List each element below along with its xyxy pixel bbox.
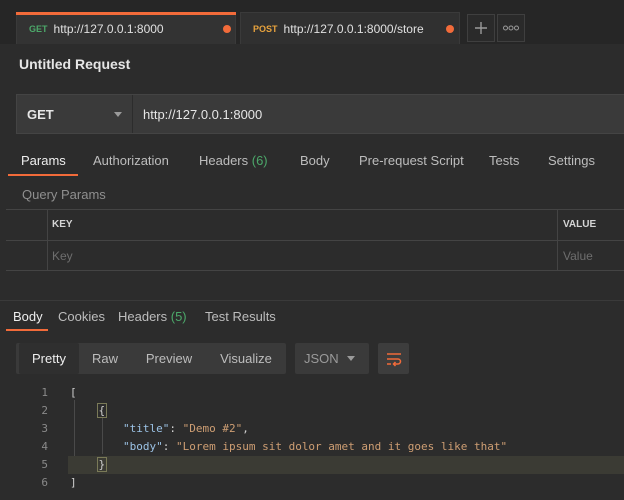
response-tabs: Body Cookies Headers (5) Test Results (0, 305, 624, 331)
response-format-select[interactable]: JSON (295, 343, 369, 374)
column-header-value: VALUE (563, 219, 597, 230)
unsaved-changes-dot-icon (446, 25, 454, 33)
request-tab-strip: GET http://127.0.0.1:8000 POST http://12… (0, 0, 624, 44)
tab-test-results[interactable]: Test Results (205, 305, 276, 333)
json-key: "title" (122, 422, 170, 435)
tab-method-label: GET (29, 23, 48, 34)
headers-count: (5) (170, 309, 187, 324)
json-string: "Lorem ipsum sit dolor amet and it goes … (175, 440, 508, 453)
headers-count: (6) (251, 153, 268, 168)
code-line: 2 { (0, 402, 624, 420)
tab-label: Headers (118, 309, 171, 324)
query-params-heading: Query Params (22, 187, 106, 202)
tab-label: Headers (199, 153, 252, 168)
code-text: "title": "Demo #2", (122, 422, 249, 435)
current-line-highlight (68, 456, 624, 474)
code-text: [ (70, 386, 77, 399)
tab-url-label: http://127.0.0.1:8000 (53, 21, 164, 36)
column-divider (557, 210, 558, 270)
json-string: "Demo #2" (182, 422, 243, 435)
tab-headers[interactable]: Headers (6) (199, 148, 268, 176)
request-tab-get[interactable]: GET http://127.0.0.1:8000 (16, 12, 236, 44)
chevron-down-icon (347, 356, 355, 361)
url-bar: GET (16, 94, 624, 134)
tab-url-label: http://127.0.0.1:8000/store (283, 21, 424, 36)
code-text: { (70, 402, 108, 420)
view-raw-button[interactable]: Raw (82, 343, 128, 374)
tab-label: Test Results (205, 309, 276, 324)
line-number: 5 (41, 458, 48, 471)
view-visualize-button[interactable]: Visualize (210, 343, 282, 374)
tab-authorization[interactable]: Authorization (93, 148, 169, 176)
url-input[interactable] (143, 95, 623, 133)
tab-label: Cookies (58, 309, 105, 324)
query-params-table: KEY VALUE (6, 209, 624, 271)
wrap-lines-button[interactable] (378, 343, 409, 374)
tab-cookies[interactable]: Cookies (58, 305, 105, 333)
plus-icon (475, 22, 487, 34)
active-tab-underline (6, 329, 48, 331)
request-title[interactable]: Untitled Request (19, 56, 130, 72)
code-text: } (70, 456, 108, 474)
http-method-value: GET (27, 106, 54, 122)
format-value: JSON (304, 351, 339, 366)
new-tab-button[interactable] (467, 14, 495, 42)
line-number: 4 (41, 440, 48, 453)
http-method-select[interactable]: GET (17, 95, 133, 133)
code-text: "body": "Lorem ipsum sit dolor amet and … (122, 440, 508, 453)
tab-method-label: POST (253, 23, 278, 34)
tab-response-headers[interactable]: Headers (5) (118, 305, 187, 333)
column-divider (47, 210, 48, 270)
tab-label: Tests (489, 153, 520, 168)
wrap-lines-icon (386, 352, 401, 367)
tab-settings[interactable]: Settings (548, 148, 595, 176)
matching-brace: { (96, 403, 108, 418)
line-number: 6 (41, 476, 48, 489)
code-line: 6 ] (0, 474, 624, 492)
tab-params[interactable]: Params (21, 148, 66, 176)
column-header-key: KEY (52, 219, 73, 230)
tab-tests[interactable]: Tests (489, 148, 519, 176)
code-line: 4 "body": "Lorem ipsum sit dolor amet an… (0, 438, 624, 456)
active-tab-underline (8, 174, 78, 176)
request-tabs: Params Authorization Headers (6) Body Pr… (0, 148, 624, 176)
tab-label: Body (13, 309, 43, 324)
tab-label: Authorization (93, 153, 169, 168)
code-line: 3 "title": "Demo #2", (0, 420, 624, 438)
param-key-input[interactable] (52, 246, 552, 266)
response-divider[interactable] (0, 300, 624, 301)
param-value-input[interactable] (563, 246, 623, 266)
code-line: 1 [ (0, 384, 624, 402)
response-body-viewer[interactable]: 1 [ 2 { 3 "title": "Demo #2", 4 "body": … (0, 382, 624, 500)
tab-label: Body (300, 153, 330, 168)
tab-body[interactable]: Body (300, 148, 330, 176)
line-number: 2 (41, 404, 48, 417)
tab-pre-request-script[interactable]: Pre-request Script (359, 148, 464, 176)
view-pretty-button[interactable]: Pretty (19, 343, 79, 374)
line-number: 1 (41, 386, 48, 399)
active-tab-indicator (16, 12, 236, 15)
tab-label: Pre-request Script (359, 153, 464, 168)
line-number: 3 (41, 422, 48, 435)
tab-label: Params (21, 153, 66, 168)
code-line-highlighted: 5 } (0, 456, 624, 474)
view-preview-button[interactable]: Preview (136, 343, 202, 374)
tab-options-button[interactable] (497, 14, 525, 42)
table-header-row (6, 210, 624, 241)
view-mode-group: Pretty Raw Preview Visualize (16, 343, 286, 374)
more-options-icon (503, 25, 519, 31)
json-key: "body" (122, 440, 163, 453)
code-text: ] (70, 476, 77, 489)
tab-label: Settings (548, 153, 595, 168)
matching-brace: } (96, 457, 108, 472)
unsaved-changes-dot-icon (223, 25, 231, 33)
request-tab-post[interactable]: POST http://127.0.0.1:8000/store (240, 12, 460, 44)
chevron-down-icon (114, 112, 122, 117)
